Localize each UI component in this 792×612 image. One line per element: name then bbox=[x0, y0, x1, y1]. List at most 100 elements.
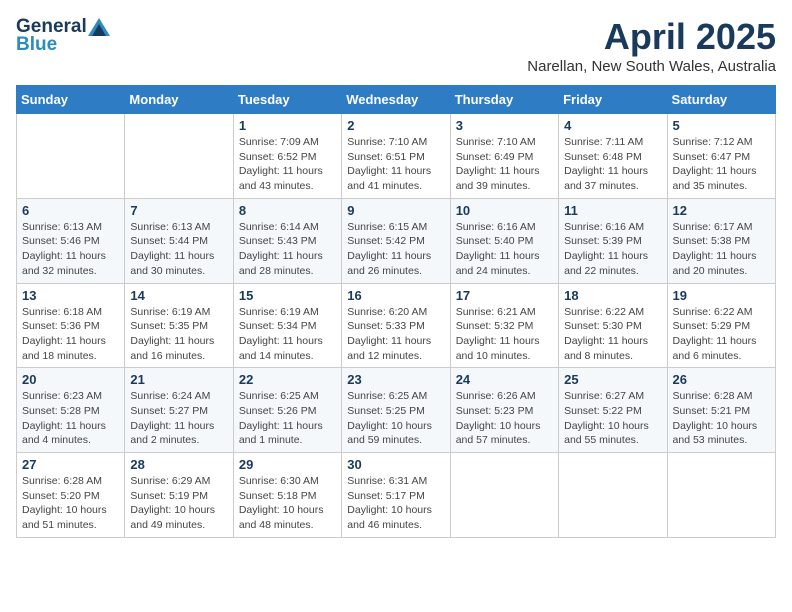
week-row-5: 27 Sunrise: 6:28 AMSunset: 5:20 PMDayligh… bbox=[17, 453, 776, 538]
logo: General Blue bbox=[16, 16, 111, 56]
weekday-header-sunday: Sunday bbox=[17, 86, 125, 114]
day-info: Sunrise: 6:26 AMSunset: 5:23 PMDaylight:… bbox=[456, 389, 553, 448]
weekday-header-tuesday: Tuesday bbox=[233, 86, 341, 114]
day-number: 10 bbox=[456, 203, 553, 218]
day-info: Sunrise: 6:30 AMSunset: 5:18 PMDaylight:… bbox=[239, 474, 336, 533]
day-info: Sunrise: 6:13 AMSunset: 5:44 PMDaylight:… bbox=[130, 220, 227, 279]
calendar-cell bbox=[125, 114, 233, 199]
day-info: Sunrise: 6:22 AMSunset: 5:30 PMDaylight:… bbox=[564, 305, 661, 364]
calendar-cell: 8 Sunrise: 6:14 AMSunset: 5:43 PMDaylight… bbox=[233, 198, 341, 283]
calendar-cell: 5 Sunrise: 7:12 AMSunset: 6:47 PMDaylight… bbox=[667, 114, 775, 199]
calendar-cell: 1 Sunrise: 7:09 AMSunset: 6:52 PMDaylight… bbox=[233, 114, 341, 199]
day-number: 3 bbox=[456, 118, 553, 133]
day-info: Sunrise: 7:10 AMSunset: 6:51 PMDaylight:… bbox=[347, 135, 444, 194]
weekday-header-friday: Friday bbox=[559, 86, 667, 114]
day-number: 7 bbox=[130, 203, 227, 218]
calendar-cell: 14Sunrise: 6:19 AMSunset: 5:35 PMDayligh… bbox=[125, 283, 233, 368]
day-number: 20 bbox=[22, 372, 119, 387]
day-info: Sunrise: 6:22 AMSunset: 5:29 PMDaylight:… bbox=[673, 305, 770, 364]
day-info: Sunrise: 6:29 AMSunset: 5:19 PMDaylight:… bbox=[130, 474, 227, 533]
day-info: Sunrise: 6:23 AMSunset: 5:28 PMDaylight:… bbox=[22, 389, 119, 448]
calendar-cell: 6Sunrise: 6:13 AMSunset: 5:46 PMDaylight… bbox=[17, 198, 125, 283]
day-number: 14 bbox=[130, 288, 227, 303]
day-info: Sunrise: 7:12 AMSunset: 6:47 PMDaylight:… bbox=[673, 135, 770, 194]
week-row-1: 1 Sunrise: 7:09 AMSunset: 6:52 PMDaylight… bbox=[17, 114, 776, 199]
calendar-cell: 7 Sunrise: 6:13 AMSunset: 5:44 PMDaylight… bbox=[125, 198, 233, 283]
calendar-cell: 3 Sunrise: 7:10 AMSunset: 6:49 PMDaylight… bbox=[450, 114, 558, 199]
weekday-header-wednesday: Wednesday bbox=[342, 86, 450, 114]
calendar-cell: 21Sunrise: 6:24 AMSunset: 5:27 PMDayligh… bbox=[125, 368, 233, 453]
day-info: Sunrise: 6:25 AMSunset: 5:25 PMDaylight:… bbox=[347, 389, 444, 448]
calendar: SundayMondayTuesdayWednesdayThursdayFrid… bbox=[16, 85, 776, 538]
subtitle: Narellan, New South Wales, Australia bbox=[527, 58, 776, 75]
day-number: 12 bbox=[673, 203, 770, 218]
weekday-header-thursday: Thursday bbox=[450, 86, 558, 114]
header: General Blue April 2025 Narellan, New So… bbox=[16, 16, 776, 75]
day-info: Sunrise: 7:11 AMSunset: 6:48 PMDaylight:… bbox=[564, 135, 661, 194]
day-info: Sunrise: 6:18 AMSunset: 5:36 PMDaylight:… bbox=[22, 305, 119, 364]
title-area: April 2025 Narellan, New South Wales, Au… bbox=[527, 16, 776, 75]
calendar-cell: 10 Sunrise: 6:16 AMSunset: 5:40 PMDayligh… bbox=[450, 198, 558, 283]
calendar-cell: 15 Sunrise: 6:19 AMSunset: 5:34 PMDayligh… bbox=[233, 283, 341, 368]
calendar-cell: 23 Sunrise: 6:25 AMSunset: 5:25 PMDayligh… bbox=[342, 368, 450, 453]
day-number: 2 bbox=[347, 118, 444, 133]
calendar-cell bbox=[667, 453, 775, 538]
day-info: Sunrise: 6:24 AMSunset: 5:27 PMDaylight:… bbox=[130, 389, 227, 448]
day-info: Sunrise: 6:16 AMSunset: 5:39 PMDaylight:… bbox=[564, 220, 661, 279]
day-number: 24 bbox=[456, 372, 553, 387]
day-number: 23 bbox=[347, 372, 444, 387]
calendar-cell: 13Sunrise: 6:18 AMSunset: 5:36 PMDayligh… bbox=[17, 283, 125, 368]
day-info: Sunrise: 6:27 AMSunset: 5:22 PMDaylight:… bbox=[564, 389, 661, 448]
day-number: 11 bbox=[564, 203, 661, 218]
day-number: 26 bbox=[673, 372, 770, 387]
day-info: Sunrise: 7:10 AMSunset: 6:49 PMDaylight:… bbox=[456, 135, 553, 194]
day-number: 9 bbox=[347, 203, 444, 218]
calendar-cell bbox=[450, 453, 558, 538]
day-number: 8 bbox=[239, 203, 336, 218]
day-number: 17 bbox=[456, 288, 553, 303]
day-number: 16 bbox=[347, 288, 444, 303]
day-number: 29 bbox=[239, 457, 336, 472]
day-info: Sunrise: 6:14 AMSunset: 5:43 PMDaylight:… bbox=[239, 220, 336, 279]
calendar-cell: 20 Sunrise: 6:23 AMSunset: 5:28 PMDayligh… bbox=[17, 368, 125, 453]
logo-blue-text: Blue bbox=[16, 34, 57, 56]
week-row-4: 20 Sunrise: 6:23 AMSunset: 5:28 PMDayligh… bbox=[17, 368, 776, 453]
day-info: Sunrise: 6:21 AMSunset: 5:32 PMDaylight:… bbox=[456, 305, 553, 364]
day-number: 1 bbox=[239, 118, 336, 133]
calendar-cell bbox=[559, 453, 667, 538]
main-title: April 2025 bbox=[527, 16, 776, 58]
day-number: 27 bbox=[22, 457, 119, 472]
calendar-cell: 30Sunrise: 6:31 AMSunset: 5:17 PMDayligh… bbox=[342, 453, 450, 538]
calendar-cell: 18Sunrise: 6:22 AMSunset: 5:30 PMDayligh… bbox=[559, 283, 667, 368]
calendar-cell: 28 Sunrise: 6:29 AMSunset: 5:19 PMDayligh… bbox=[125, 453, 233, 538]
calendar-cell: 4 Sunrise: 7:11 AMSunset: 6:48 PMDaylight… bbox=[559, 114, 667, 199]
week-row-3: 13Sunrise: 6:18 AMSunset: 5:36 PMDayligh… bbox=[17, 283, 776, 368]
calendar-cell: 2 Sunrise: 7:10 AMSunset: 6:51 PMDaylight… bbox=[342, 114, 450, 199]
weekday-header-saturday: Saturday bbox=[667, 86, 775, 114]
day-number: 15 bbox=[239, 288, 336, 303]
day-info: Sunrise: 6:28 AMSunset: 5:20 PMDaylight:… bbox=[22, 474, 119, 533]
calendar-cell: 24 Sunrise: 6:26 AMSunset: 5:23 PMDayligh… bbox=[450, 368, 558, 453]
day-number: 22 bbox=[239, 372, 336, 387]
calendar-cell: 17 Sunrise: 6:21 AMSunset: 5:32 PMDayligh… bbox=[450, 283, 558, 368]
day-number: 25 bbox=[564, 372, 661, 387]
day-number: 4 bbox=[564, 118, 661, 133]
day-info: Sunrise: 6:19 AMSunset: 5:34 PMDaylight:… bbox=[239, 305, 336, 364]
weekday-header-monday: Monday bbox=[125, 86, 233, 114]
day-info: Sunrise: 6:16 AMSunset: 5:40 PMDaylight:… bbox=[456, 220, 553, 279]
calendar-cell: 19Sunrise: 6:22 AMSunset: 5:29 PMDayligh… bbox=[667, 283, 775, 368]
calendar-cell: 9Sunrise: 6:15 AMSunset: 5:42 PMDaylight… bbox=[342, 198, 450, 283]
day-info: Sunrise: 6:28 AMSunset: 5:21 PMDaylight:… bbox=[673, 389, 770, 448]
week-row-2: 6Sunrise: 6:13 AMSunset: 5:46 PMDaylight… bbox=[17, 198, 776, 283]
calendar-cell: 16 Sunrise: 6:20 AMSunset: 5:33 PMDayligh… bbox=[342, 283, 450, 368]
calendar-cell: 12Sunrise: 6:17 AMSunset: 5:38 PMDayligh… bbox=[667, 198, 775, 283]
day-number: 5 bbox=[673, 118, 770, 133]
calendar-cell bbox=[17, 114, 125, 199]
day-info: Sunrise: 6:13 AMSunset: 5:46 PMDaylight:… bbox=[22, 220, 119, 279]
calendar-cell: 22Sunrise: 6:25 AMSunset: 5:26 PMDayligh… bbox=[233, 368, 341, 453]
day-info: Sunrise: 7:09 AMSunset: 6:52 PMDaylight:… bbox=[239, 135, 336, 194]
day-number: 28 bbox=[130, 457, 227, 472]
calendar-cell: 11 Sunrise: 6:16 AMSunset: 5:39 PMDayligh… bbox=[559, 198, 667, 283]
day-info: Sunrise: 6:20 AMSunset: 5:33 PMDaylight:… bbox=[347, 305, 444, 364]
calendar-cell: 26 Sunrise: 6:28 AMSunset: 5:21 PMDayligh… bbox=[667, 368, 775, 453]
